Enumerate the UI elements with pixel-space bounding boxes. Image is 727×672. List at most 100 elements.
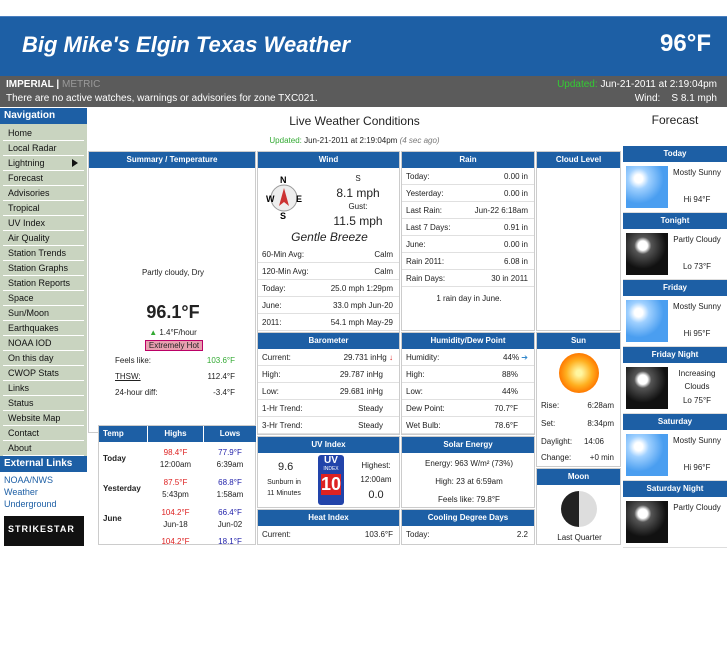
strikestar-logo[interactable]: STRIKESTAR	[4, 516, 84, 546]
summary-panel: Summary / Temperature Partly cloudy, Dry…	[88, 151, 256, 433]
forecast-day: Today Mostly Sunny Hi 94°F	[623, 146, 727, 213]
rain-row-label: Last 7 Days:	[406, 223, 451, 232]
hum-row: Dew Point: 70.7°F	[402, 400, 534, 417]
condition-text: Partly cloudy, Dry	[141, 268, 205, 277]
compass-s: S	[280, 211, 286, 220]
nav-item-station-reports[interactable]: Station Reports	[3, 276, 84, 291]
forecast-day-name: Saturday	[623, 414, 727, 430]
rain-row-value: 0.00 in	[503, 172, 528, 181]
current-temperature: 96.1°F	[146, 302, 200, 322]
solar-energy: Energy: 963 W/m² (73%)	[424, 459, 514, 468]
temp-low-time: Jun-02	[217, 520, 243, 529]
ext-link-noaa[interactable]: NOAA/NWS	[4, 474, 83, 486]
falling-arrow-icon: ↓	[389, 353, 393, 362]
wind-direction: S	[355, 174, 361, 183]
wind-row-label: 2011:	[262, 318, 282, 327]
updated-label: Updated:	[557, 79, 598, 90]
temp-high-time: 5:43pm	[162, 490, 189, 499]
wind-row-value: Calm	[374, 267, 393, 276]
daylight-label: Daylight:	[541, 437, 573, 446]
diff-value: -3.4°F	[213, 388, 235, 397]
nav-item-space[interactable]: Space	[3, 291, 84, 306]
hum-row: High: 88%	[402, 366, 534, 383]
rain-row-label: Rain Days:	[406, 274, 446, 283]
cooling-label: Today:	[406, 530, 430, 539]
forecast-day-name: Today	[623, 146, 727, 162]
wind-row-value: Calm	[374, 250, 393, 259]
sun-icon	[559, 353, 599, 393]
hum-current: 44% ➔	[503, 353, 528, 362]
updated-time: Updated: Jun-21-2011 at 2:19:04pm	[557, 79, 717, 90]
rain-row-label: Yesterday:	[406, 189, 444, 198]
temp-high-time: 12:00am	[159, 460, 192, 469]
nav-item-noaa-iod[interactable]: NOAA IOD	[3, 336, 84, 351]
rising-arrow-icon: ▲	[149, 328, 158, 337]
compass-e: E	[296, 194, 302, 204]
rain-row: Last 7 Days: 0.91 in	[402, 219, 534, 236]
rain-days-note: 1 rain day in June.	[436, 294, 502, 303]
uv-highest-label: Highest:	[361, 461, 391, 470]
wind-row: June: 33.0 mph Jun-20	[258, 297, 399, 314]
nav-item-advisories[interactable]: Advisories	[3, 186, 84, 201]
cloud-level-heading: Cloud Level	[537, 152, 620, 168]
nav-item-cwop-stats[interactable]: CWOP Stats	[3, 366, 84, 381]
barometer-panel: Barometer Current: 29.731 inHg ↓ High: 29.…	[257, 332, 400, 435]
rain-row-label: Rain 2011:	[406, 257, 445, 266]
site-title[interactable]: Big Mike's Elgin Texas Weather	[22, 32, 350, 58]
baro-row-value: 29.681 inHg	[339, 387, 383, 396]
steady-arrow-icon: ➔	[521, 353, 528, 362]
nav-item-air-quality[interactable]: Air Quality	[3, 231, 84, 246]
rain-row-value: Jun-22 6:18am	[474, 206, 528, 215]
sunny-icon	[626, 300, 668, 342]
baro-row-label: 1-Hr Trend:	[262, 404, 303, 413]
nav-item-sun-moon[interactable]: Sun/Moon	[3, 306, 84, 321]
forecast-temp: Lo 75°F	[682, 396, 712, 405]
nav-item-tropical[interactable]: Tropical	[3, 201, 84, 216]
temp-low: 68.8°F	[218, 478, 242, 487]
forecast-temp: Hi 95°F	[683, 329, 711, 338]
nav-item-local-radar[interactable]: Local Radar	[3, 141, 84, 156]
feels-like-value: 103.6°F	[206, 356, 235, 365]
nav-item-home[interactable]: Home	[3, 126, 84, 141]
nav-item-contact[interactable]: Contact	[3, 426, 84, 441]
daylight-value: 14:06	[583, 437, 604, 446]
sun-panel: Sun Rise: 6:28am Set: 8:34pm Daylight: 1…	[536, 332, 621, 467]
nav-item-about[interactable]: About	[3, 441, 84, 456]
nav-item-lightning[interactable]: Lightning	[3, 156, 84, 171]
forecast-text: Increasing Clouds	[678, 369, 716, 391]
temp-row-label: Yesterday	[103, 484, 141, 493]
conditions-updated-label: Updated:	[269, 136, 302, 145]
nav-item-station-trends[interactable]: Station Trends	[3, 246, 84, 261]
temp-row-label: June	[103, 514, 122, 523]
nav-item-website-map[interactable]: Website Map	[3, 411, 84, 426]
solar-feels-like: Feels like: 79.8°F	[438, 495, 500, 504]
barometer-heading: Barometer	[258, 333, 399, 349]
uv-highest-time: 12:00am	[360, 475, 392, 484]
ext-link-wunderground[interactable]: Weather Underground	[4, 486, 83, 510]
uv-current: 0.0	[368, 489, 384, 501]
nav-item-station-graphs[interactable]: Station Graphs	[3, 261, 84, 276]
nav-item-forecast[interactable]: Forecast	[3, 171, 84, 186]
metric-link[interactable]: METRIC	[62, 79, 100, 90]
uv-value: 9.6	[278, 461, 294, 473]
highs-col-heading: Highs	[148, 426, 203, 442]
wind-row-label: June:	[262, 301, 282, 310]
uv-badge-mid: INDEX	[323, 466, 339, 472]
updated-value: Jun-21-2011 at 2:19:04pm	[600, 79, 717, 90]
nav-item-earthquakes[interactable]: Earthquakes	[3, 321, 84, 336]
temp-low-time: 1:58am	[216, 490, 244, 499]
uv-index-badge-icon: UV INDEX 10	[318, 455, 344, 505]
imperial-link[interactable]: IMPERIAL	[6, 79, 54, 90]
nav-item-on-this-day[interactable]: On this day	[3, 351, 84, 366]
nav-item-uv-index[interactable]: UV Index	[3, 216, 84, 231]
nav-item-status[interactable]: Status	[3, 396, 84, 411]
wind-stats: 60-Min Avg: Calm 120-Min Avg: Calm Today: 2…	[258, 246, 399, 331]
conditions-updated-time: Jun-21-2011 at 2:19:04pm	[304, 136, 398, 145]
humidity-heading: Humidity/Dew Point	[402, 333, 534, 349]
uv-heading: UV Index	[258, 437, 399, 453]
lows-col-heading: Lows	[204, 426, 256, 442]
nav-item-links[interactable]: Links	[3, 381, 84, 396]
forecast-day: Saturday Night Partly Cloudy	[623, 481, 727, 548]
thsw-label[interactable]: THSW:	[115, 372, 141, 381]
rain-row: Last Rain: Jun-22 6:18am	[402, 202, 534, 219]
